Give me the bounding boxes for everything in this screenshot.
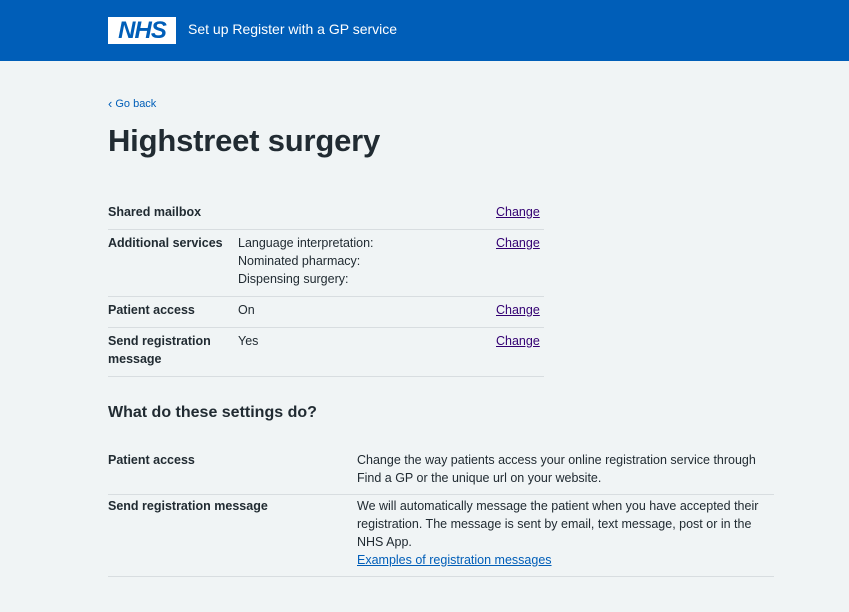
settings-info-text: We will automatically message the patien… [357,499,759,549]
summary-value-line: Nominated pharmacy: [238,254,361,268]
summary-key: Shared mailbox [108,205,202,219]
nhs-logo-text: NHS [118,16,167,44]
summary-row-send-registration-message: Send registration message Yes Change [108,328,544,377]
page-title: Highstreet surgery [108,123,381,158]
summary-row-shared-mailbox: Shared mailbox Change [108,199,544,230]
summary-value: On [238,303,255,317]
settings-heading: What do these settings do? [108,404,317,421]
change-send-registration-message-link[interactable]: Change [496,334,540,348]
summary-key: Send registration message [108,334,211,366]
service-name-link[interactable]: Set up Register with a GP service [188,21,397,37]
summary-value-line: Language interpretation: [238,236,374,250]
back-link-label: Go back [115,97,157,110]
chevron-left-icon: ‹ [108,96,113,111]
settings-info-key: Send registration message [108,499,268,513]
change-shared-mailbox-link[interactable]: Change [496,205,540,219]
examples-registration-messages-link[interactable]: Examples of registration messages [357,551,774,569]
settings-info-row-patient-access: Patient access Change the way patients a… [108,449,774,495]
summary-value-line: Dispensing surgery: [238,272,349,286]
settings-info-row-send-registration-message: Send registration message We will automa… [108,495,774,577]
change-patient-access-link[interactable]: Change [496,303,540,317]
summary-row-patient-access: Patient access On Change [108,297,544,328]
settings-info-value: We will automatically message the patien… [357,497,774,569]
nhs-logo[interactable]: NHS [108,17,176,44]
summary-value [238,203,496,221]
settings-info-text: Change the way patients access your onli… [357,453,756,485]
settings-info-value: Change the way patients access your onli… [357,451,774,487]
settings-info-list: Patient access Change the way patients a… [108,449,774,577]
site-header: NHS Set up Register with a GP service [0,0,849,61]
summary-key: Patient access [108,303,195,317]
change-additional-services-link[interactable]: Change [496,236,540,250]
settings-info-key: Patient access [108,453,195,467]
back-link[interactable]: ‹ Go back [108,97,156,110]
summary-list: Shared mailbox Change Additional service… [108,199,544,377]
summary-value: Language interpretation: Nominated pharm… [238,234,496,288]
summary-value: Yes [238,334,259,348]
summary-row-additional-services: Additional services Language interpretat… [108,230,544,297]
summary-key: Additional services [108,236,223,250]
